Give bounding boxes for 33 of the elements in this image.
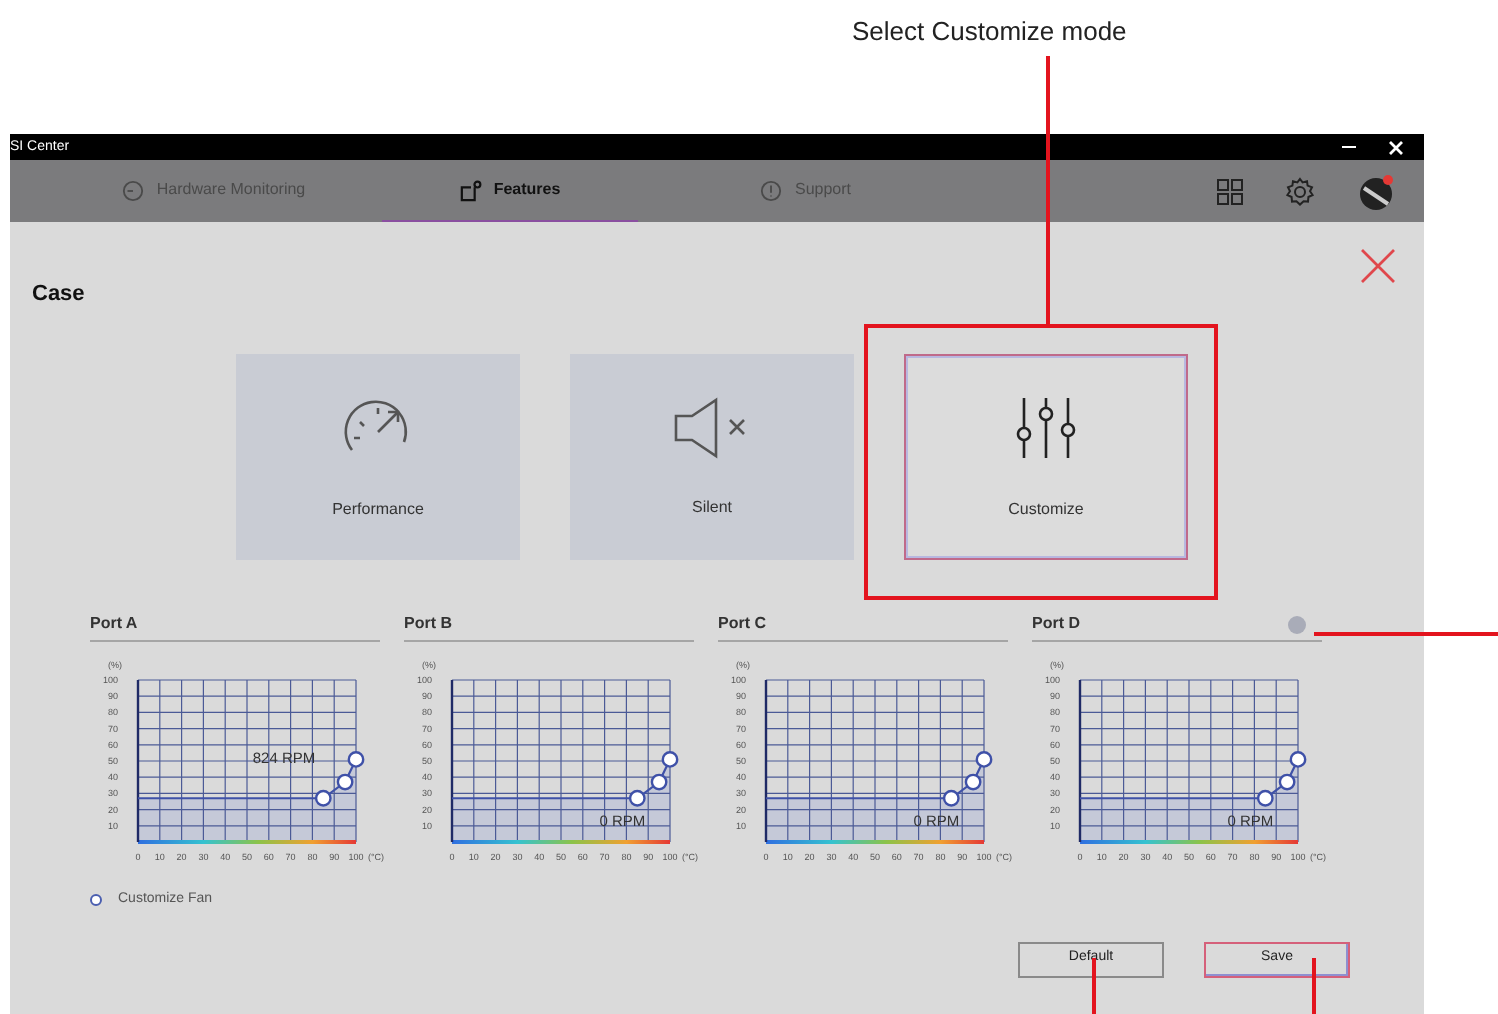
port-title: Port D bbox=[1032, 612, 1080, 636]
sliders-icon bbox=[1012, 393, 1080, 461]
curve-point[interactable] bbox=[942, 789, 960, 807]
curve-point[interactable] bbox=[1278, 773, 1296, 791]
port-title: Port B bbox=[404, 612, 452, 636]
curve-point[interactable] bbox=[661, 750, 679, 768]
curve-point[interactable] bbox=[964, 773, 982, 791]
avatar-icon[interactable] bbox=[1356, 171, 1396, 211]
gauge-icon bbox=[122, 179, 145, 201]
callout-text: Select Customize mode bbox=[852, 14, 1127, 50]
port-title: Port C bbox=[718, 612, 766, 636]
curve-point[interactable] bbox=[1289, 750, 1307, 768]
grid-icon[interactable] bbox=[1216, 177, 1244, 205]
legend-marker bbox=[90, 894, 102, 907]
square-dot-icon bbox=[459, 179, 482, 201]
curve-point[interactable] bbox=[314, 789, 332, 807]
curve-point[interactable] bbox=[336, 773, 354, 791]
curve-point[interactable] bbox=[975, 750, 993, 768]
mode-card[interactable]: Performance bbox=[236, 354, 520, 560]
leader-line bbox=[1312, 958, 1316, 1014]
curve-point[interactable] bbox=[650, 773, 668, 791]
minimize-icon[interactable] bbox=[1342, 145, 1356, 149]
curve-point[interactable] bbox=[628, 789, 646, 807]
port-title: Port A bbox=[90, 612, 138, 636]
exclamation-bubble-icon bbox=[760, 179, 783, 201]
section-title: Case bbox=[32, 279, 85, 310]
mode-card[interactable]: Silent bbox=[570, 354, 854, 560]
settings-icon[interactable] bbox=[1284, 175, 1316, 207]
leader-line bbox=[1092, 958, 1096, 1014]
curve-point[interactable] bbox=[1256, 789, 1274, 807]
curve-point[interactable] bbox=[347, 750, 365, 768]
tab[interactable]: Features bbox=[382, 160, 638, 222]
mode-card[interactable]: Customize bbox=[904, 354, 1188, 560]
